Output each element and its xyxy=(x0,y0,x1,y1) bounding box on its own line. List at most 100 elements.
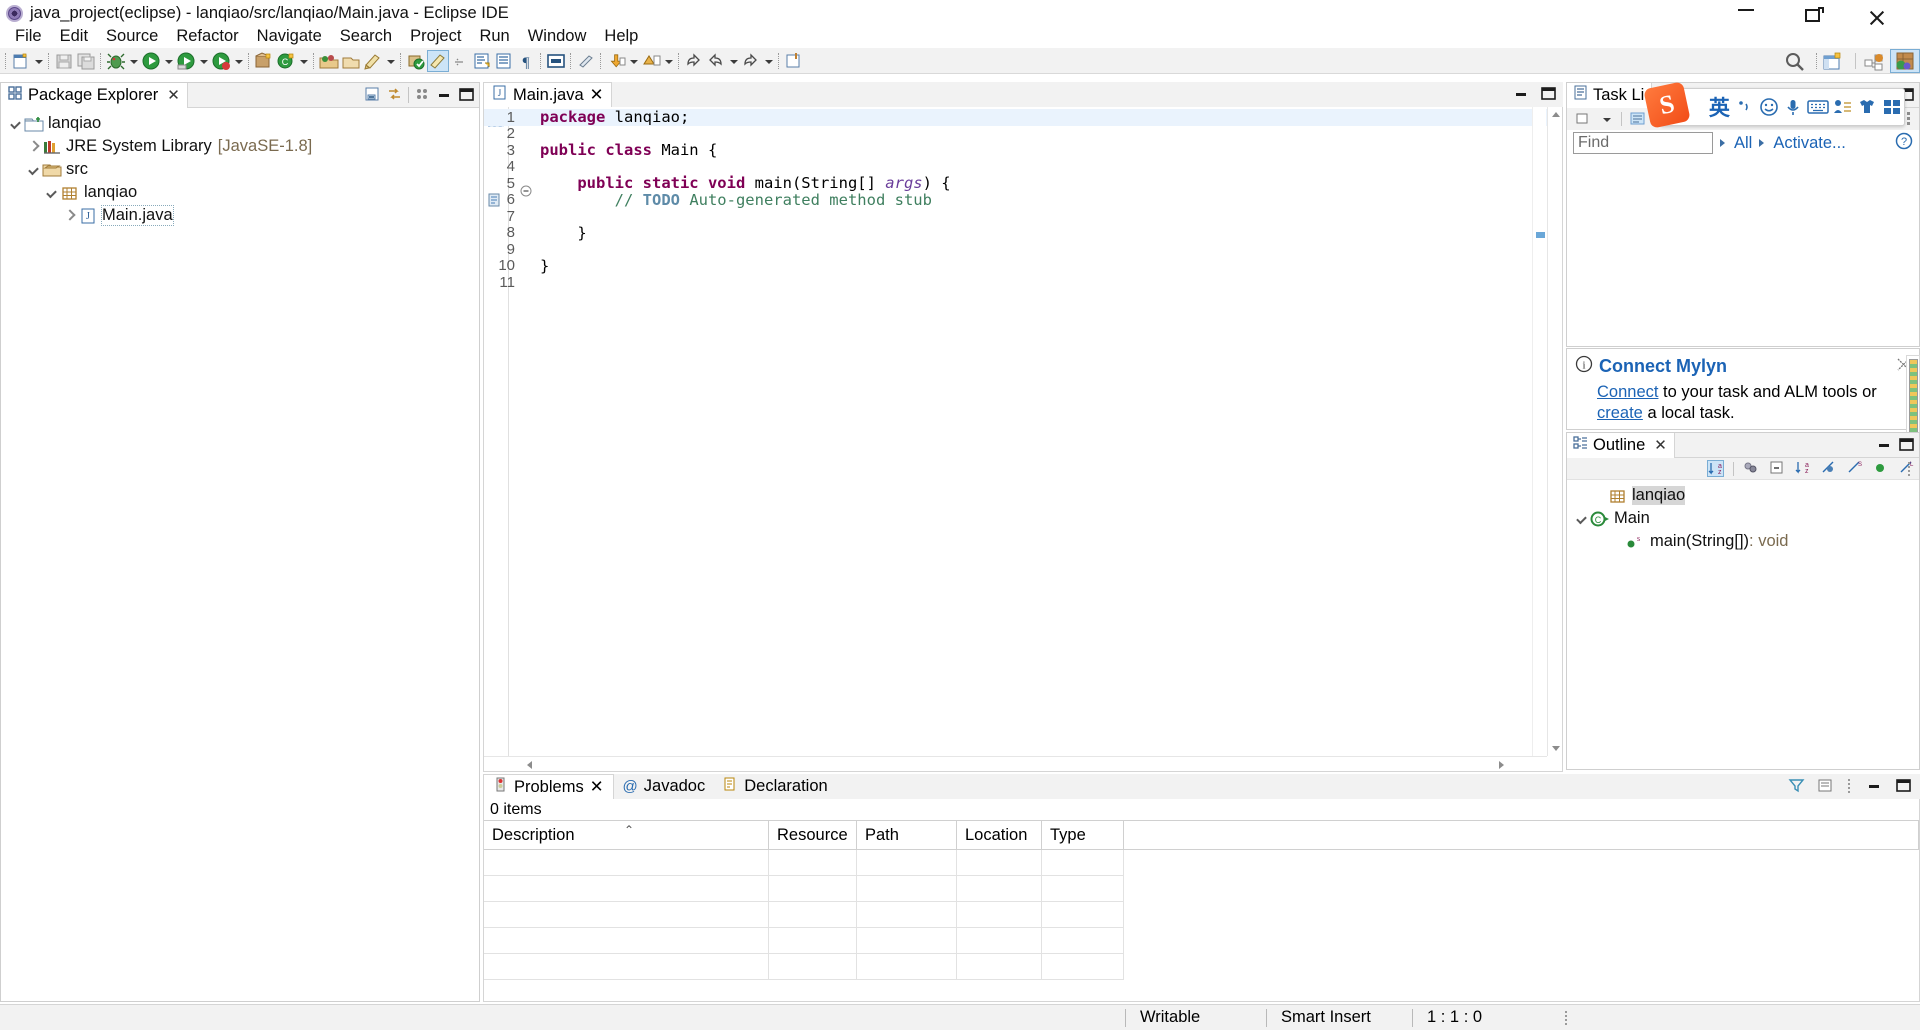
table-row[interactable] xyxy=(484,850,1919,876)
tree-item-lanqiao[interactable]: lanqiao xyxy=(1,181,479,204)
tab-javadoc[interactable]: @ Javadoc xyxy=(614,774,715,799)
help-icon[interactable]: ? xyxy=(1895,132,1913,155)
next-annotation-dropdown-icon[interactable] xyxy=(627,50,640,72)
connect-link[interactable]: Connect xyxy=(1597,383,1658,401)
activate-link[interactable]: Activate... xyxy=(1773,134,1845,153)
scroll-down-icon[interactable] xyxy=(1548,741,1562,756)
outline-item-main[interactable]: C Main xyxy=(1567,507,1919,530)
menu-file[interactable]: File xyxy=(6,25,51,47)
coverage-dropdown-icon[interactable] xyxy=(232,50,245,72)
view-menu-icon[interactable] xyxy=(414,86,431,103)
previous-annotation-icon[interactable] xyxy=(640,50,662,72)
editor-hscrollbar[interactable] xyxy=(484,756,1547,771)
user-icon[interactable] xyxy=(1830,90,1855,124)
menu-project[interactable]: Project xyxy=(401,25,470,47)
new-wizard-dropdown-icon[interactable] xyxy=(32,50,45,72)
coverage-icon[interactable] xyxy=(210,50,232,72)
menu-help[interactable]: Help xyxy=(595,25,647,47)
categorized-mode-icon[interactable] xyxy=(1630,111,1647,128)
previous-annotation-dropdown-icon[interactable] xyxy=(662,50,675,72)
tab-declaration[interactable]: Declaration xyxy=(714,774,836,799)
code-line[interactable]: 9 xyxy=(484,241,1562,258)
debug-icon[interactable] xyxy=(105,50,127,72)
forward-icon[interactable] xyxy=(740,50,762,72)
chevron-down-icon[interactable] xyxy=(25,161,42,178)
status-overflow-icon[interactable] xyxy=(1563,1010,1571,1026)
soft-keyboard-icon[interactable] xyxy=(1806,90,1831,124)
pilcrow-icon[interactable]: ¶ xyxy=(515,50,537,72)
code-content[interactable]: 1 package lanqiao; 2 3 public class Main {4 5… xyxy=(484,108,1562,291)
maximize-icon[interactable] xyxy=(458,86,475,103)
open-task-icon[interactable] xyxy=(340,50,362,72)
open-declaration-icon[interactable] xyxy=(471,50,493,72)
show-whitespace-icon[interactable] xyxy=(493,50,515,72)
emoji-icon[interactable] xyxy=(1756,90,1781,124)
problems-table-body[interactable] xyxy=(484,850,1919,980)
java-perspective-icon[interactable] xyxy=(1890,48,1920,73)
next-annotation-icon[interactable] xyxy=(605,50,627,72)
hide-fields-icon[interactable] xyxy=(1821,460,1838,477)
tab-package-explorer[interactable]: Package Explorer ✕ xyxy=(1,82,188,108)
back-dropdown-icon[interactable] xyxy=(727,50,740,72)
new-task-icon[interactable] xyxy=(1575,111,1592,128)
java-ee-perspective-icon[interactable] xyxy=(1862,50,1890,72)
find-input[interactable]: Find xyxy=(1573,132,1713,154)
debug-dropdown-icon[interactable] xyxy=(127,50,140,72)
package-explorer-tree[interactable]: lanqiao JRE System Library [JavaSE-1.8] src… xyxy=(1,108,479,227)
close-icon[interactable]: ✕ xyxy=(167,86,180,104)
quick-access-search-icon[interactable] xyxy=(1783,50,1813,72)
new-task-dropdown-icon[interactable] xyxy=(1600,108,1613,130)
menu-source[interactable]: Source xyxy=(97,25,167,47)
tab-outline[interactable]: Outline ✕ xyxy=(1567,432,1675,458)
maximize-icon[interactable] xyxy=(1895,777,1912,794)
table-row[interactable] xyxy=(484,876,1919,902)
outline-tree[interactable]: lanqiao C Main s main(String[]) : void xyxy=(1567,480,1919,553)
run-icon[interactable] xyxy=(140,50,162,72)
save-icon[interactable] xyxy=(53,50,75,72)
chevron-right-icon[interactable] xyxy=(1758,137,1767,149)
toolbox-icon[interactable] xyxy=(1879,90,1904,124)
chevron-down-icon[interactable] xyxy=(7,115,24,132)
tab-problems[interactable]: Problems ✕ xyxy=(483,774,614,799)
hide-non-public-icon[interactable] xyxy=(1873,460,1890,477)
code-line[interactable]: 8 } xyxy=(484,224,1562,242)
sort-icon[interactable]: az xyxy=(1795,460,1812,477)
table-row[interactable] xyxy=(484,954,1919,980)
filter-icon[interactable] xyxy=(1788,777,1805,794)
code-line[interactable]: 1 package lanqiao; xyxy=(484,108,1562,126)
skin-icon[interactable] xyxy=(1855,90,1880,124)
close-icon[interactable]: ✕ xyxy=(590,777,604,797)
column-header-type[interactable]: Type xyxy=(1042,821,1124,849)
maximize-icon[interactable] xyxy=(1540,85,1557,102)
maximize-icon[interactable] xyxy=(1898,436,1915,453)
forward-dropdown-icon[interactable] xyxy=(762,50,775,72)
tab-task-list[interactable]: Task Li xyxy=(1567,82,1653,108)
new-java-package-icon[interactable] xyxy=(253,50,275,72)
problems-view-menu-icon[interactable] xyxy=(1817,777,1834,794)
sogou-ime-toolbar[interactable]: S 英 xyxy=(1643,81,1905,129)
code-line[interactable]: 2 xyxy=(484,125,1562,142)
minimize-icon[interactable] xyxy=(1738,9,1754,11)
scroll-right-icon[interactable] xyxy=(1494,757,1509,771)
minimize-icon[interactable] xyxy=(1513,85,1530,102)
filter-all-link[interactable]: All xyxy=(1734,134,1752,153)
close-icon[interactable]: ✕ xyxy=(1654,436,1667,454)
column-header-location[interactable]: Location xyxy=(957,821,1042,849)
new-java-class-icon[interactable]: C xyxy=(275,50,297,72)
new-perspective-icon[interactable] xyxy=(1821,50,1849,72)
view-menu-icon[interactable] xyxy=(1906,461,1914,477)
sort-az-icon[interactable]: az xyxy=(1707,460,1724,477)
code-editor[interactable]: 1 package lanqiao; 2 3 public class Main {4 5… xyxy=(483,107,1563,772)
open-resource-icon[interactable] xyxy=(362,50,384,72)
code-line[interactable]: 3 public class Main { xyxy=(484,141,1562,159)
tab-main-java[interactable]: J Main.java ✕ xyxy=(483,82,613,107)
twisty-spacer[interactable] xyxy=(1591,487,1608,504)
new-wizard-icon[interactable] xyxy=(10,50,32,72)
minimize-icon[interactable] xyxy=(1866,777,1883,794)
scroll-left-icon[interactable] xyxy=(522,757,537,771)
new-class-dropdown-icon[interactable] xyxy=(297,50,310,72)
task-list-empty-area[interactable] xyxy=(1567,183,1919,346)
code-line[interactable]: 10} xyxy=(484,257,1562,275)
open-resource-dropdown-icon[interactable] xyxy=(384,50,397,72)
tree-item-jre-system-library[interactable]: JRE System Library [JavaSE-1.8] xyxy=(1,135,479,158)
